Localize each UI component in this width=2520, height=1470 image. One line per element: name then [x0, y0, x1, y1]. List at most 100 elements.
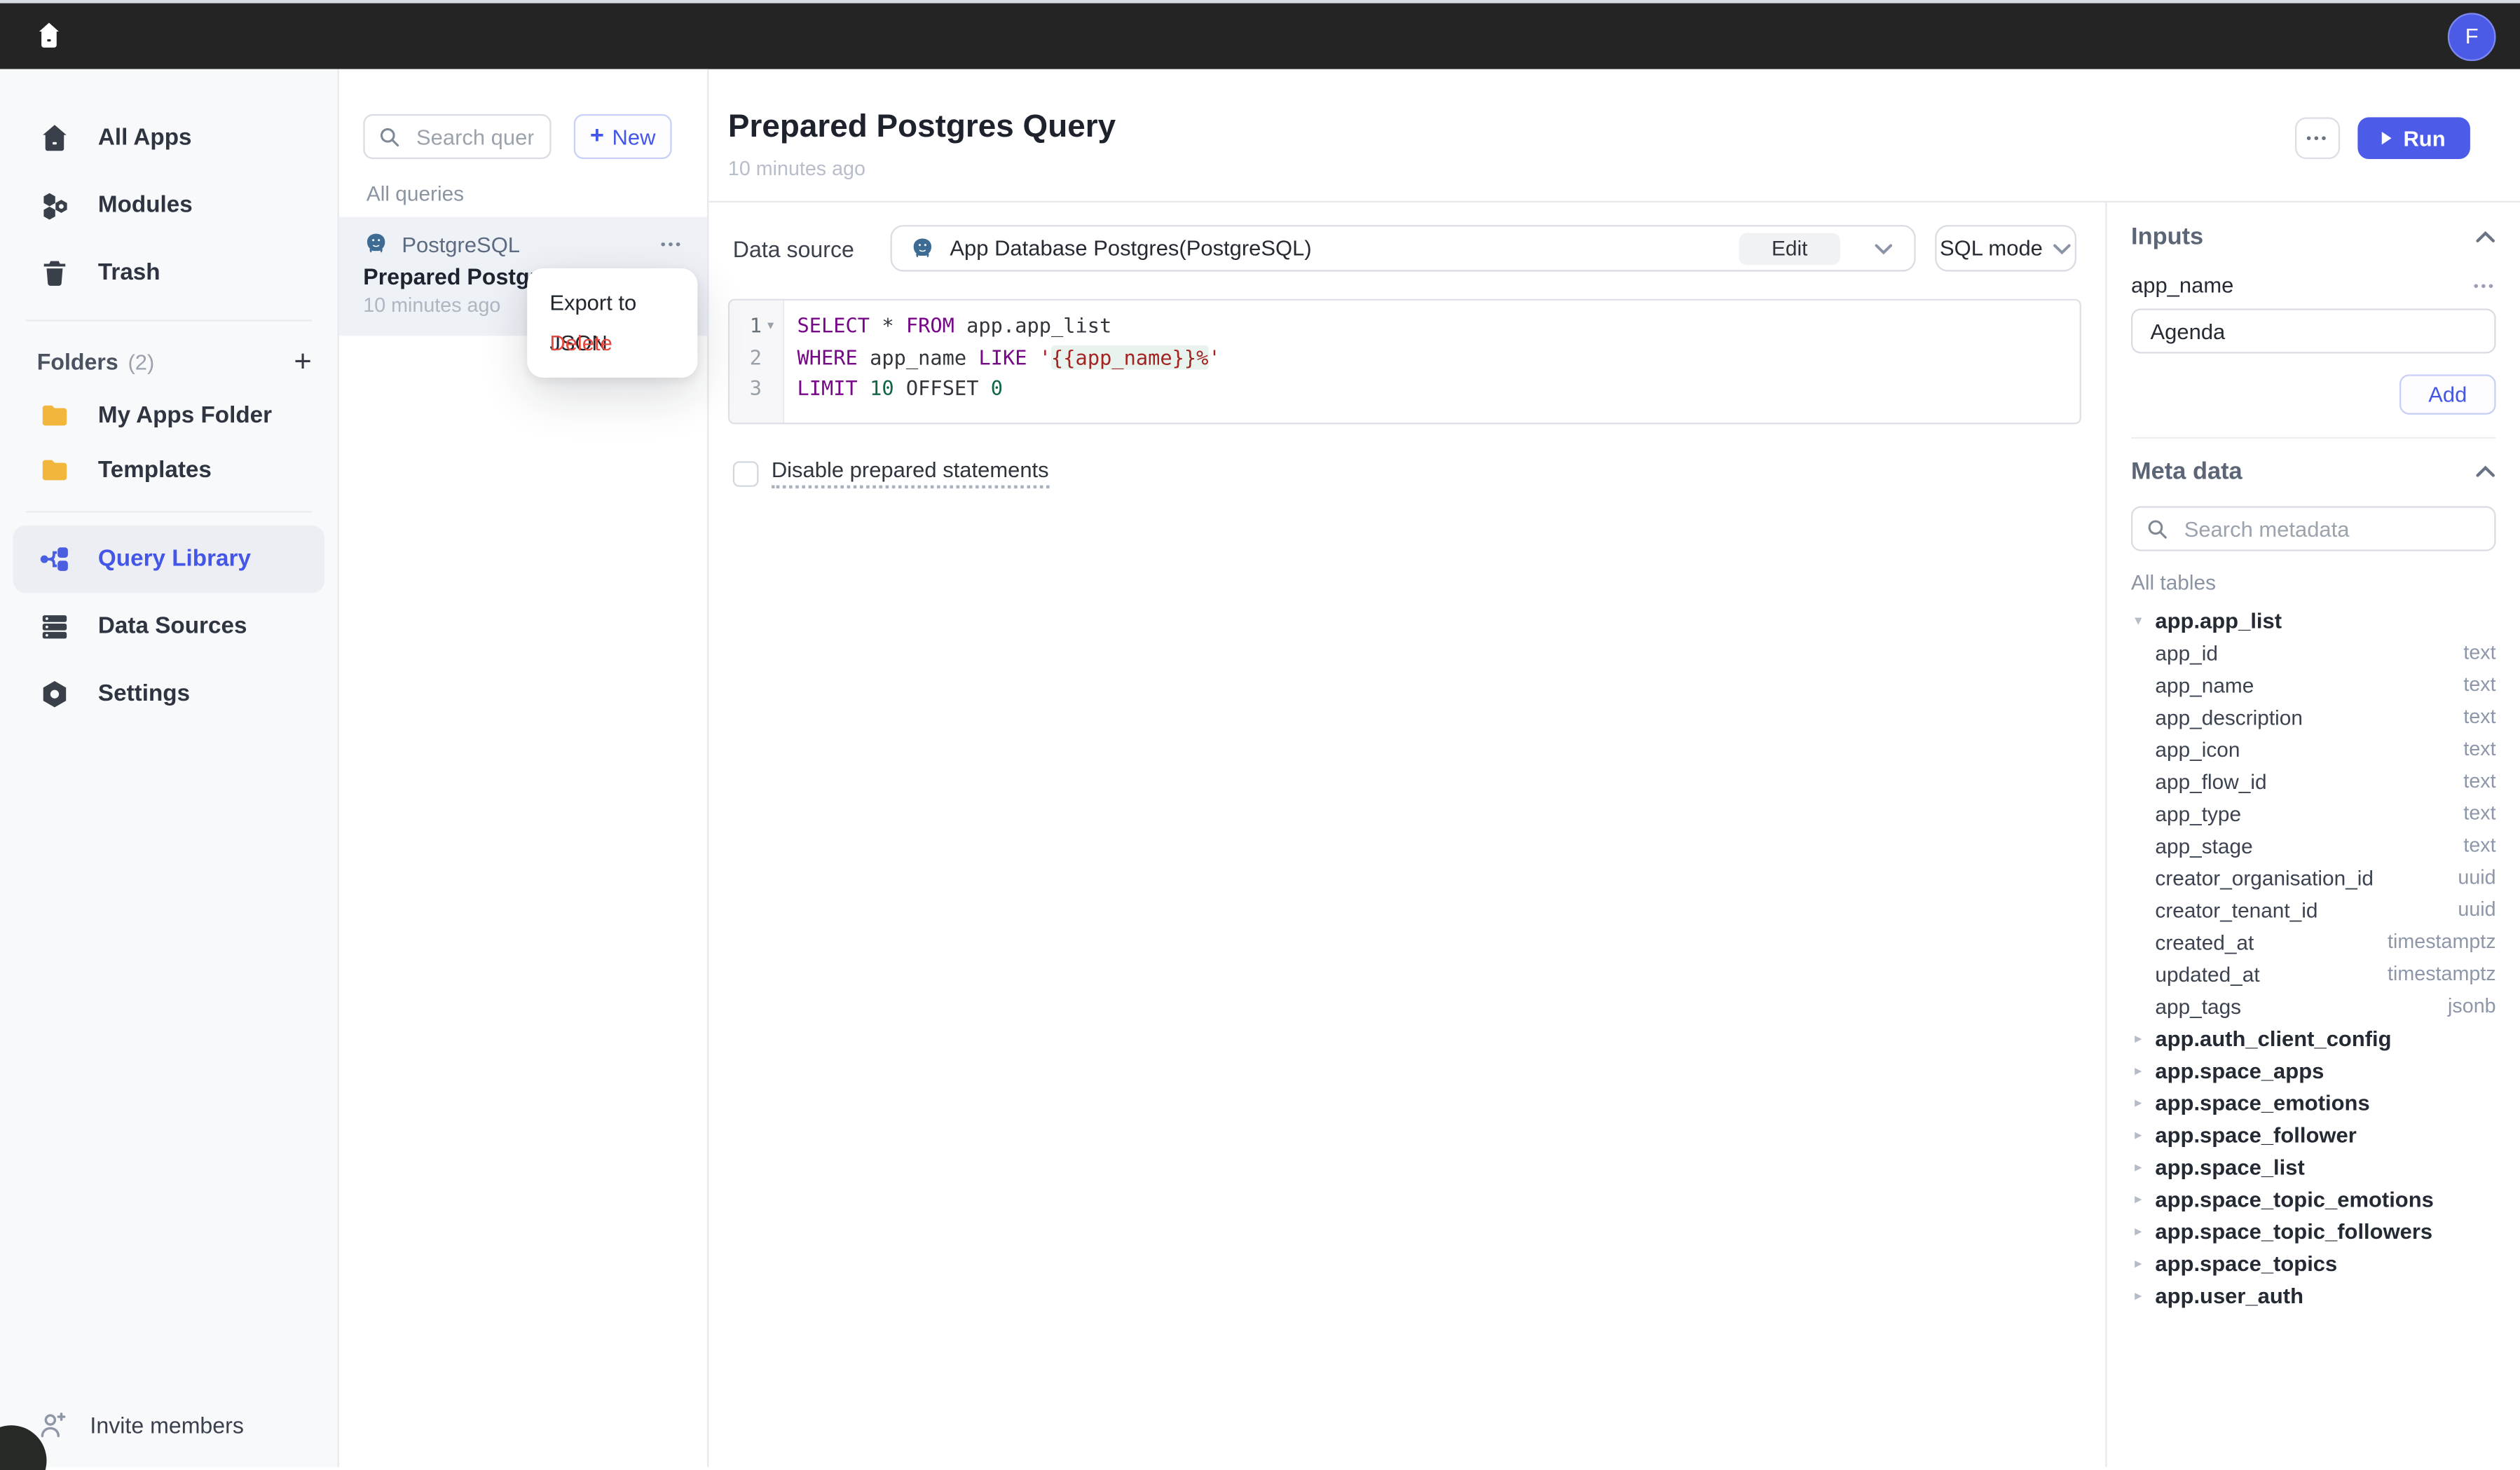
metadata-column-row: app_descriptiontext [2131, 701, 2496, 733]
query-item-top-row: PostgreSQL ••• [363, 231, 683, 257]
server-icon [37, 609, 72, 644]
column-name: app_type [2155, 801, 2241, 825]
code-token: 10 [870, 376, 894, 400]
sql-code-editor[interactable]: 1▾23 SELECT * FROM app.app_listWHERE app… [728, 299, 2081, 425]
sidebar-item-modules[interactable]: Modules [0, 172, 338, 239]
add-row: Add [2131, 374, 2496, 414]
caret-right-icon: ▸ [2131, 1222, 2146, 1239]
caret-right-icon: ▸ [2131, 1158, 2146, 1175]
code-token: SELECT [797, 314, 870, 338]
sidebar-item-settings[interactable]: Settings [0, 661, 338, 728]
sidebar-item-label: Templates [98, 458, 212, 484]
context-menu-export-json[interactable]: Export to JSON [527, 283, 697, 323]
metadata-column-row: app_idtext [2131, 636, 2496, 668]
column-name: app_description [2155, 705, 2303, 729]
sidebar-item-data-sources[interactable]: Data Sources [0, 593, 338, 660]
code-token: WHERE [797, 345, 858, 369]
gutter-line: 3 [730, 373, 783, 404]
right-panel: Inputs app_name ••• Add [2105, 202, 2520, 1467]
column-type: text [2463, 673, 2495, 696]
metadata-table-row[interactable]: ▸app.space_follower [2131, 1118, 2496, 1150]
column-name: app_flow_id [2155, 769, 2266, 792]
table-name: app.space_topic_emotions [2155, 1187, 2433, 1211]
sidebar-folder-templates[interactable]: Templates [0, 444, 338, 498]
code-line: LIMIT 10 OFFSET 0 [797, 373, 2080, 404]
folders-label: Folders [37, 349, 118, 375]
metadata-table-row[interactable]: ▸app.user_auth [2131, 1279, 2496, 1312]
metadata-table-row[interactable]: ▸app.space_topic_followers [2131, 1215, 2496, 1247]
metadata-table-row[interactable]: ▸ app.space_topics [2131, 1247, 2496, 1279]
table-name: app.space_topics [2155, 1251, 2337, 1275]
run-button[interactable]: Run [2357, 117, 2470, 159]
metadata-table-row[interactable]: ▾app.app_list [2131, 604, 2496, 636]
more-options-button[interactable]: ••• [2295, 117, 2340, 159]
metadata-column-row: app_nametext [2131, 668, 2496, 701]
column-name: creator_organisation_id [2155, 865, 2374, 889]
caret-right-icon: ▸ [2131, 1254, 2146, 1272]
code-token: app.app_list [954, 314, 1111, 338]
sidebar-item-trash[interactable]: Trash [0, 240, 338, 307]
sidebar-item-query-library[interactable]: Query Library [13, 526, 324, 593]
run-label: Run [2403, 126, 2445, 150]
disable-prepared-statements-checkbox[interactable] [733, 460, 759, 486]
collapse-section-icon[interactable] [2475, 465, 2496, 479]
fold-caret-icon[interactable]: ▾ [763, 319, 778, 334]
home-button[interactable] [29, 17, 67, 55]
invite-members-label: Invite members [90, 1413, 243, 1438]
metadata-table-row[interactable]: ▸ app.space_apps [2131, 1054, 2496, 1086]
query-search-box [363, 114, 551, 159]
folders-header: Folders (2) + [0, 334, 338, 389]
metadata-search-input[interactable] [2181, 515, 2481, 542]
edit-datasource-button[interactable]: Edit [1739, 232, 1840, 264]
sidebar-divider [26, 320, 312, 321]
line-number: 2 [743, 345, 762, 369]
metadata-table-row[interactable]: ▸app.space_emotions [2131, 1086, 2496, 1118]
param-menu-button[interactable]: ••• [2474, 277, 2496, 294]
datasource-select[interactable]: App Database Postgres(PostgreSQL) Edit [891, 225, 1916, 272]
table-name: app.space_apps [2155, 1058, 2324, 1082]
caret-right-icon: ▸ [2131, 1062, 2146, 1079]
column-type: timestamptz [2388, 963, 2496, 985]
column-name: app_id [2155, 640, 2218, 664]
collapse-section-icon[interactable] [2475, 230, 2496, 245]
table-name: app.auth_client_config [2155, 1026, 2391, 1050]
inputs-title: Inputs [2131, 224, 2203, 251]
query-item-menu-button[interactable]: ••• [661, 236, 683, 252]
caret-down-icon: ▾ [2131, 612, 2146, 629]
invite-members-button[interactable]: Invite members [37, 1409, 244, 1441]
code-token: ' [1039, 345, 1051, 369]
context-menu-delete[interactable]: Delete [527, 323, 697, 363]
add-input-button[interactable]: Add [2399, 374, 2496, 414]
modules-icon [37, 188, 72, 223]
code-token: 0 [991, 376, 1003, 400]
metadata-table-row[interactable]: ▸app.space_topic_emotions [2131, 1183, 2496, 1215]
metadata-table-row[interactable]: ▸app.space_list [2131, 1150, 2496, 1183]
column-name: app_icon [2155, 737, 2240, 761]
sql-mode-select[interactable]: SQL mode [1935, 225, 2076, 272]
metadata-table-row[interactable]: ▸app.auth_client_config [2131, 1022, 2496, 1055]
code-token: FROM [906, 314, 954, 338]
home-outline-icon [37, 121, 72, 156]
code-line: WHERE app_name LIKE '{{app_name}}%' [797, 341, 2080, 373]
settings-nut-icon [37, 677, 72, 712]
table-name: app.space_emotions [2155, 1090, 2369, 1114]
datasource-value: App Database Postgres(PostgreSQL) [950, 236, 1311, 260]
sidebar-divider [26, 511, 312, 512]
page-title: Prepared Postgres Query [728, 109, 1116, 146]
home-icon [32, 20, 65, 53]
all-tables-label: All tables [2131, 570, 2496, 594]
prepared-statements-row: Disable prepared statements [728, 458, 2081, 489]
sidebar-item-all-apps[interactable]: All Apps [0, 104, 338, 172]
code-token: {{app_name}}% [1051, 345, 1208, 369]
sidebar-item-label: Trash [98, 261, 160, 287]
content-lower: Data source App Database Postgres(Postgr… [708, 202, 2520, 1467]
add-folder-button[interactable]: + [294, 346, 311, 377]
metadata-column-row: creator_tenant_iduuid [2131, 893, 2496, 926]
line-number: 1 [743, 314, 762, 338]
metadata-column-row: app_flow_idtext [2131, 765, 2496, 797]
search-query-input[interactable] [413, 123, 537, 150]
param-value-input[interactable] [2131, 308, 2496, 353]
new-query-button[interactable]: + New [574, 114, 672, 159]
sidebar-folder-my-apps[interactable]: My Apps Folder [0, 389, 338, 444]
avatar[interactable]: F [2448, 12, 2496, 60]
